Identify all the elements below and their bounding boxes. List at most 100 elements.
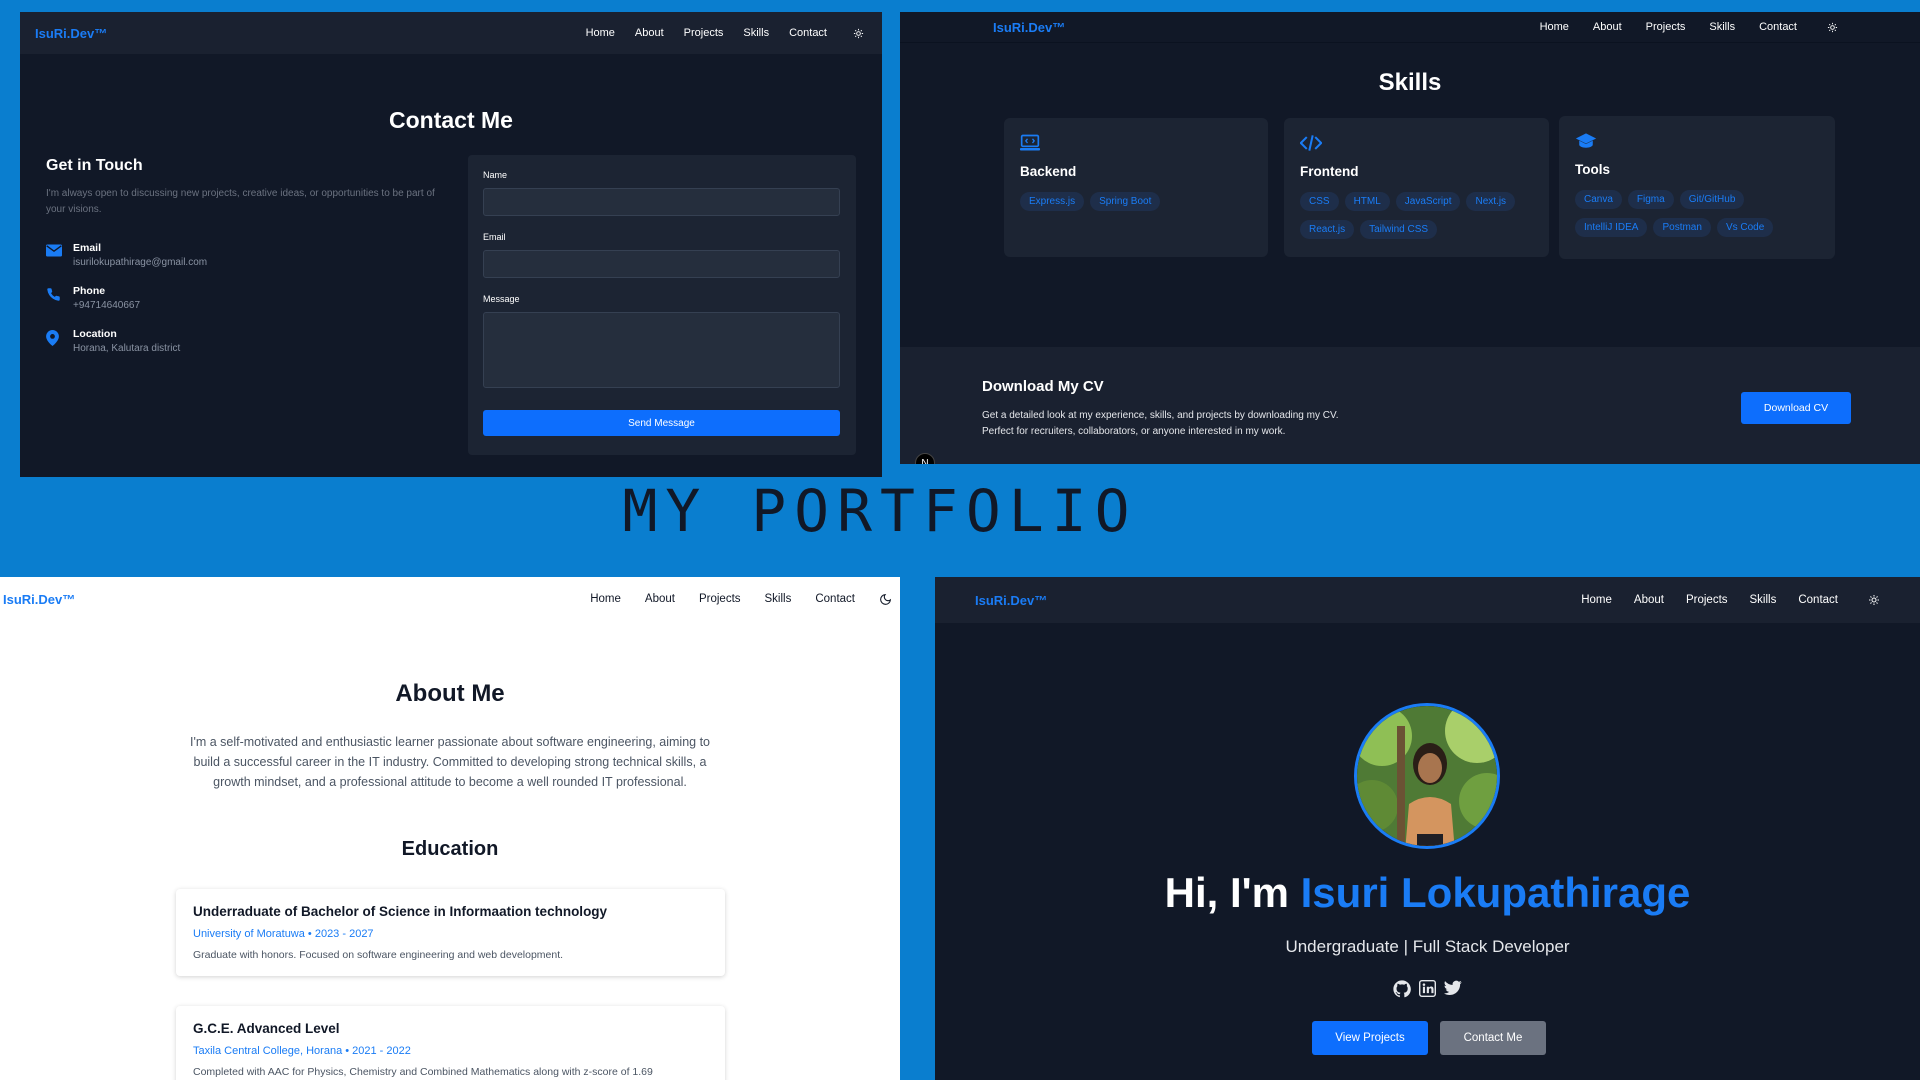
contact-item-location: Location Horana, Kalutara district [46, 328, 180, 354]
skill-tag: Figma [1627, 190, 1674, 209]
code-icon [1300, 134, 1533, 152]
contact-item-phone: Phone +94714640667 [46, 285, 140, 311]
sun-icon[interactable] [1868, 594, 1880, 606]
education-card: Underraduate of Bachelor of Science in I… [176, 889, 725, 976]
name-input[interactable] [483, 188, 840, 216]
social-links [935, 980, 1920, 998]
nav-home[interactable]: Home [586, 27, 615, 39]
nav-home[interactable]: Home [1581, 594, 1612, 606]
profile-avatar [1354, 703, 1500, 849]
contact-item-email: Email isurilokupathirage@gmail.com [46, 242, 207, 268]
education-school: Taxila Central College, Horana • 2021 - … [193, 1045, 411, 1057]
cv-description: Get a detailed look at my experience, sk… [982, 408, 1338, 440]
nav-projects[interactable]: Projects [699, 593, 741, 605]
skill-tag: Tailwind CSS [1360, 220, 1438, 239]
nav-projects[interactable]: Projects [1646, 21, 1686, 33]
brand-logo[interactable]: IsuRi.Dev™ [993, 20, 1065, 35]
nav-home[interactable]: Home [590, 593, 621, 605]
tag-list: Express.js Spring Boot [1020, 191, 1252, 219]
message-textarea[interactable] [483, 312, 840, 388]
education-description: Completed with AAC for Physics, Chemistr… [193, 1066, 653, 1078]
skill-tag: Git/GitHub [1679, 190, 1745, 209]
nav-contact[interactable]: Contact [815, 593, 855, 605]
navbar: IsuRi.Dev™ Home About Projects Skills Co… [0, 577, 900, 621]
contact-me-button[interactable]: Contact Me [1440, 1021, 1546, 1055]
nav-projects[interactable]: Projects [684, 27, 724, 39]
tag-list: CSS HTML JavaScript Next.js React.js Tailwind… [1300, 191, 1533, 247]
hero-name: Isuri Lokupathirage [1300, 869, 1691, 916]
hero-subtitle: Undergraduate | Full Stack Developer [1285, 937, 1570, 956]
navbar: IsuRi.Dev™ Home About Projects Skills Co… [900, 12, 1920, 42]
skill-category-name: Frontend [1300, 164, 1359, 179]
hero-greeting: Hi, I'm [1164, 869, 1289, 916]
skill-card-tools: Tools Canva Figma Git/GitHub IntelliJ IDEA P… [1559, 116, 1835, 259]
github-icon[interactable] [1393, 980, 1411, 998]
location-pin-icon [46, 330, 62, 354]
envelope-icon [46, 244, 62, 268]
nav-links: Home About Projects Skills Contact [566, 593, 892, 606]
contact-value: isurilokupathirage@gmail.com [73, 257, 208, 268]
hero-panel: IsuRi.Dev™ Home About Projects Skills Co… [935, 577, 1920, 1080]
linkedin-icon[interactable] [1419, 980, 1436, 998]
contact-label: Location [73, 328, 117, 340]
nav-skills[interactable]: Skills [1709, 21, 1735, 33]
email-input[interactable] [483, 250, 840, 278]
contact-value: +94714640667 [73, 300, 141, 311]
nav-projects[interactable]: Projects [1686, 594, 1728, 606]
skills-panel: IsuRi.Dev™ Home About Projects Skills Co… [900, 12, 1920, 464]
sun-icon[interactable] [853, 28, 864, 39]
about-panel: IsuRi.Dev™ Home About Projects Skills Co… [0, 577, 900, 1080]
skill-tag: Postman [1653, 218, 1711, 237]
sun-icon[interactable] [1827, 22, 1838, 33]
nav-contact[interactable]: Contact [1798, 594, 1838, 606]
nav-home[interactable]: Home [1540, 21, 1569, 33]
section-title: Skills [1378, 69, 1442, 96]
skill-category-name: Backend [1020, 164, 1077, 179]
nav-about[interactable]: About [645, 593, 675, 605]
education-card: G.C.E. Advanced Level Taxila Central Col… [176, 1006, 725, 1080]
nav-contact[interactable]: Contact [789, 27, 827, 39]
message-label: Message [483, 294, 520, 304]
skill-tag: React.js [1300, 220, 1355, 239]
skill-tag: Express.js [1020, 192, 1085, 211]
next-badge[interactable]: N [915, 453, 935, 464]
skill-card-backend: Backend Express.js Spring Boot [1004, 118, 1268, 257]
moon-icon[interactable] [879, 593, 892, 606]
email-label: Email [483, 232, 506, 242]
send-message-button[interactable]: Send Message [483, 410, 840, 436]
nav-skills[interactable]: Skills [1750, 594, 1777, 606]
brand-logo[interactable]: IsuRi.Dev™ [3, 592, 75, 607]
navbar: IsuRi.Dev™ Home About Projects Skills Co… [20, 12, 882, 54]
phone-icon [46, 287, 62, 311]
cv-title: Download My CV [982, 378, 1104, 395]
nav-links: Home About Projects Skills Contact [1516, 21, 1838, 33]
brand-logo[interactable]: IsuRi.Dev™ [975, 593, 1047, 608]
cv-line: Perfect for recruiters, collaborators, o… [982, 426, 1286, 437]
nav-links: Home About Projects Skills Contact [1559, 594, 1880, 606]
nav-contact[interactable]: Contact [1759, 21, 1797, 33]
nav-about[interactable]: About [635, 27, 664, 39]
nav-skills[interactable]: Skills [743, 27, 769, 39]
download-cv-button[interactable]: Download CV [1741, 392, 1851, 424]
nav-skills[interactable]: Skills [765, 593, 792, 605]
divider [900, 42, 1920, 43]
section-title: Contact Me [389, 107, 513, 133]
skill-tag: IntelliJ IDEA [1575, 218, 1648, 237]
hero-heading: Hi, I'm Isuri Lokupathirage [935, 869, 1920, 917]
contact-label: Email [73, 242, 102, 254]
tag-list: Canva Figma Git/GitHub IntelliJ IDEA Postman… [1575, 189, 1819, 245]
skill-tag: CSS [1300, 192, 1339, 211]
education-school: University of Moratuwa • 2023 - 2027 [193, 928, 374, 940]
navbar: IsuRi.Dev™ Home About Projects Skills Co… [935, 577, 1920, 623]
education-degree: G.C.E. Advanced Level [193, 1021, 340, 1036]
skill-tag: HTML [1344, 192, 1390, 211]
twitter-icon[interactable] [1444, 980, 1462, 998]
view-projects-button[interactable]: View Projects [1312, 1021, 1428, 1055]
nav-about[interactable]: About [1593, 21, 1622, 33]
skill-card-frontend: Frontend CSS HTML JavaScript Next.js React.j… [1284, 118, 1549, 257]
brand-logo[interactable]: IsuRi.Dev™ [35, 26, 107, 41]
nav-links: Home About Projects Skills Contact [566, 27, 864, 39]
nav-about[interactable]: About [1634, 594, 1664, 606]
contact-panel: IsuRi.Dev™ Home About Projects Skills Co… [20, 12, 882, 477]
education-title: Education [401, 838, 499, 860]
